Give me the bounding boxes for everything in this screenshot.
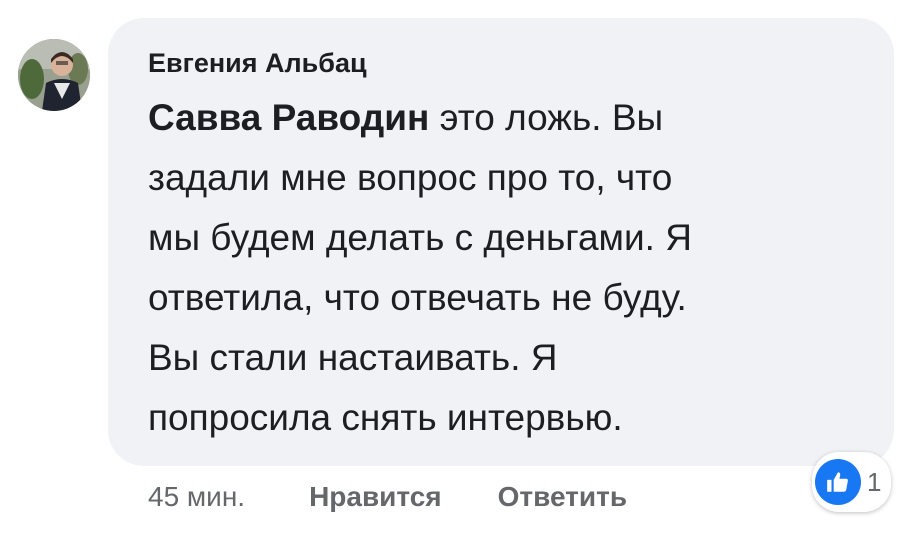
comment-line-4: ответила, что отвечать не буду.	[148, 277, 687, 318]
reaction-summary[interactable]: 1	[812, 452, 892, 512]
thumbs-up-icon	[815, 459, 861, 505]
comment-author[interactable]: Евгения Альбац	[148, 46, 864, 80]
comment-text: Савва Раводин это ложь. Вы задали мне во…	[148, 88, 864, 448]
comment-line-3: мы будем делать с деньгами. Я	[148, 217, 692, 258]
avatar-photo	[18, 39, 90, 111]
comment-line-6: попросила снять интервью.	[148, 397, 623, 438]
comment-line-5: Вы стали настаивать. Я	[148, 337, 558, 378]
comment-actions: 45 мин. Нравится Ответить	[148, 475, 683, 519]
reply-button[interactable]: Ответить	[498, 481, 627, 513]
comment-bubble: Евгения Альбац Савва Раводин это ложь. В…	[108, 18, 894, 466]
avatar[interactable]	[18, 39, 90, 111]
reaction-count: 1	[867, 466, 882, 497]
comment-timestamp[interactable]: 45 мин.	[148, 481, 245, 513]
like-button[interactable]: Нравится	[309, 481, 442, 513]
comment-line-1-text: это ложь. Вы	[429, 97, 664, 138]
comment-line-1: Савва Раводин это ложь. Вы	[148, 88, 864, 148]
mention-link[interactable]: Савва Раводин	[148, 97, 429, 138]
comment-container: Евгения Альбац Савва Раводин это ложь. В…	[0, 0, 924, 544]
comment-line-2: задали мне вопрос про то, что	[148, 157, 673, 198]
